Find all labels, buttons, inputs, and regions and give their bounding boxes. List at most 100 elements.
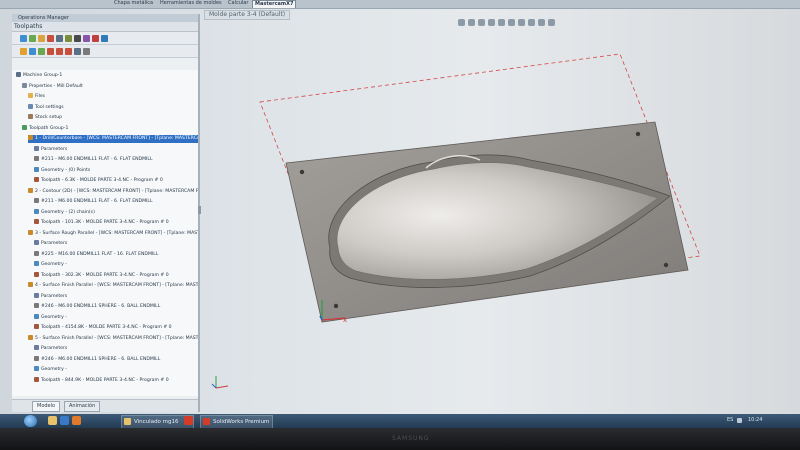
tree-item[interactable]: #211 - M6.00 ENDMILL1 FLAT - 6. FLAT END… xyxy=(34,156,198,164)
tree-item[interactable]: Tool settings xyxy=(28,103,198,112)
tree-item[interactable]: Toolpath - 6.3K - MOLDE PARTE 3-4.NC - P… xyxy=(34,177,198,185)
move-up-icon[interactable] xyxy=(56,47,63,55)
tree-item[interactable]: Geometry - (0) Points xyxy=(34,166,198,175)
tree-item[interactable]: #246 - M6.00 ENDMILL1 SPHERE - 6. BALL E… xyxy=(34,303,198,311)
solidworks-icon xyxy=(203,418,210,425)
post-icon[interactable] xyxy=(74,34,81,42)
panel-subtitle: Toolpaths xyxy=(12,22,198,32)
toggle-posting-icon[interactable] xyxy=(38,47,45,55)
geometry-icon xyxy=(34,166,39,172)
bolt-hole[interactable] xyxy=(333,303,339,309)
tree-item[interactable]: 4 - Surface Finish Parallel - [WCS: MAST… xyxy=(28,282,198,290)
tree-item[interactable]: Parameters xyxy=(34,145,198,154)
operation-icon xyxy=(28,135,33,140)
tab-modelo[interactable]: Modelo xyxy=(32,401,61,412)
tree-item[interactable]: Geometry - xyxy=(34,366,198,374)
tool-settings-icon xyxy=(28,103,33,109)
tree-item[interactable]: Parameters xyxy=(34,345,198,353)
tree-item[interactable]: Toolpath - 302.3K - MOLDE PARTE 3-4.NC -… xyxy=(34,271,198,280)
monitor-brand: SAMSUNG xyxy=(392,435,430,442)
bolt-hole[interactable] xyxy=(635,131,641,137)
media-pin-icon[interactable] xyxy=(72,416,81,425)
ribbon-tab[interactable]: Calcular xyxy=(226,0,250,7)
language-indicator[interactable]: ES xyxy=(727,417,733,423)
view-orientation-triad-icon xyxy=(211,376,229,389)
tree-item-label: 4 - Surface Finish Parallel - [WCS: MAST… xyxy=(35,283,198,288)
tree-item-label: Geometry - (2) chain(s) xyxy=(41,209,95,215)
explorer-icon xyxy=(124,418,131,425)
tree-item[interactable]: Parameters xyxy=(34,292,198,301)
tree-item[interactable]: Geometry - xyxy=(34,261,198,269)
tree-item[interactable]: 3 - Surface Rough Parallel - [WCS: MASTE… xyxy=(28,229,198,238)
toggle-display-icon[interactable] xyxy=(29,47,36,55)
insert-arrow-icon[interactable] xyxy=(65,47,72,55)
start-button[interactable] xyxy=(24,415,37,427)
tree-item[interactable]: Parameters xyxy=(34,240,198,248)
lock-icon[interactable] xyxy=(20,47,27,55)
tree-item[interactable]: Toolpath Group-1 xyxy=(22,124,198,133)
tree-item-label: 1 - Drill/Counterbore - [WCS: MASTERCAM … xyxy=(35,136,198,141)
parameters-icon xyxy=(34,240,39,245)
pinned-app-icon[interactable] xyxy=(184,416,193,425)
help-icon[interactable] xyxy=(101,34,108,42)
tree-item[interactable]: Files xyxy=(28,93,198,101)
screen: Chapa metálica Herramientas de moldes Calc… xyxy=(0,0,800,428)
geometry-icon xyxy=(34,208,39,214)
tree-item[interactable]: Stock setup xyxy=(28,114,198,122)
backplot-icon[interactable] xyxy=(56,34,63,42)
ribbon-tab[interactable]: Chapa metálica xyxy=(112,0,155,7)
tree-item[interactable]: Geometry - (2) chain(s) xyxy=(34,208,198,217)
tab-animacion[interactable]: Animación xyxy=(64,401,101,412)
tree-item[interactable]: Machine Group-1 xyxy=(16,72,198,80)
document-tab[interactable]: Molde parte 3-4 (Default) xyxy=(204,10,291,20)
tree-item[interactable]: Toolpath - 101.3K - MOLDE PARTE 3-4.NC -… xyxy=(34,219,198,227)
scroll-icon[interactable] xyxy=(74,47,81,55)
toolpath-group-icon xyxy=(22,124,27,130)
tree-item[interactable]: Geometry - xyxy=(34,313,198,322)
network-icon[interactable] xyxy=(737,418,742,423)
toolpath-icon xyxy=(34,271,39,277)
machine-icon xyxy=(16,72,21,77)
geometry-icon xyxy=(34,366,39,371)
taskbar-window-solidworks[interactable]: SolidWorks Premium xyxy=(200,415,273,428)
bolt-hole[interactable] xyxy=(299,169,305,175)
browser-pin-icon[interactable] xyxy=(60,416,69,425)
regenerate-dirty-icon[interactable] xyxy=(47,34,54,42)
tree-item[interactable]: #246 - M6.00 ENDMILL1 SPHERE - 6. BALL E… xyxy=(34,355,198,364)
graphics-area[interactable]: x xyxy=(200,20,800,416)
move-down-icon[interactable] xyxy=(47,47,54,55)
tree-item-label: Tool settings xyxy=(35,104,64,110)
tree-item-label: Properties - Mill Default xyxy=(29,83,83,89)
select-all-icon[interactable] xyxy=(20,34,27,42)
tool-icon xyxy=(34,156,39,161)
delete-icon[interactable] xyxy=(92,34,99,42)
select-dirty-icon[interactable] xyxy=(29,34,36,42)
tree-item-label: #225 - M16.00 ENDMILL1 FLAT - 16. FLAT E… xyxy=(41,251,159,257)
tree-item[interactable]: #211 - M6.00 ENDMILL1 FLAT - 6. FLAT END… xyxy=(34,198,198,206)
verify-icon[interactable] xyxy=(65,34,72,42)
tray-clock[interactable]: 10:24 xyxy=(748,417,762,423)
tree-item[interactable]: Toolpath - 4154.8K - MOLDE PARTE 3-4.NC … xyxy=(34,324,198,332)
tool-icon xyxy=(34,250,39,256)
tree-item-label: Toolpath - 4154.8K - MOLDE PARTE 3-4.NC … xyxy=(41,325,172,330)
tree-item[interactable]: Properties - Mill Default xyxy=(22,82,198,91)
toolpath-icon xyxy=(34,177,39,182)
tree-item-label: Parameters xyxy=(41,346,68,351)
tree-item[interactable]: 5 - Surface Finish Parallel - [WCS: MAST… xyxy=(28,334,198,343)
regenerate-icon[interactable] xyxy=(38,34,45,42)
ribbon-tab[interactable]: MastercamX7 xyxy=(252,0,297,8)
bolt-hole[interactable] xyxy=(663,262,669,268)
ribbon-tab[interactable]: Herramientas de moldes xyxy=(158,0,224,7)
files-icon xyxy=(28,93,33,98)
tree-item[interactable]: #225 - M16.00 ENDMILL1 FLAT - 16. FLAT E… xyxy=(34,250,198,259)
tree-item[interactable]: Toolpath - 844.9K - MOLDE PARTE 3-4.NC -… xyxy=(34,376,198,385)
tree-item-label: Parameters xyxy=(41,146,68,152)
tool-icon xyxy=(34,303,39,308)
panel-bottom-tabs: Modelo Animación xyxy=(12,399,198,412)
explorer-pin-icon[interactable] xyxy=(48,416,57,425)
single-op-icon[interactable] xyxy=(83,47,90,55)
ribbon: Chapa metálica Herramientas de moldes Calc… xyxy=(0,0,800,9)
highfeed-icon[interactable] xyxy=(83,34,90,42)
tree-item[interactable]: 1 - Drill/Counterbore - [WCS: MASTERCAM … xyxy=(28,135,198,143)
tree-item[interactable]: 2 - Contour (2D) - [WCS: MASTERCAM FRONT… xyxy=(28,187,198,196)
